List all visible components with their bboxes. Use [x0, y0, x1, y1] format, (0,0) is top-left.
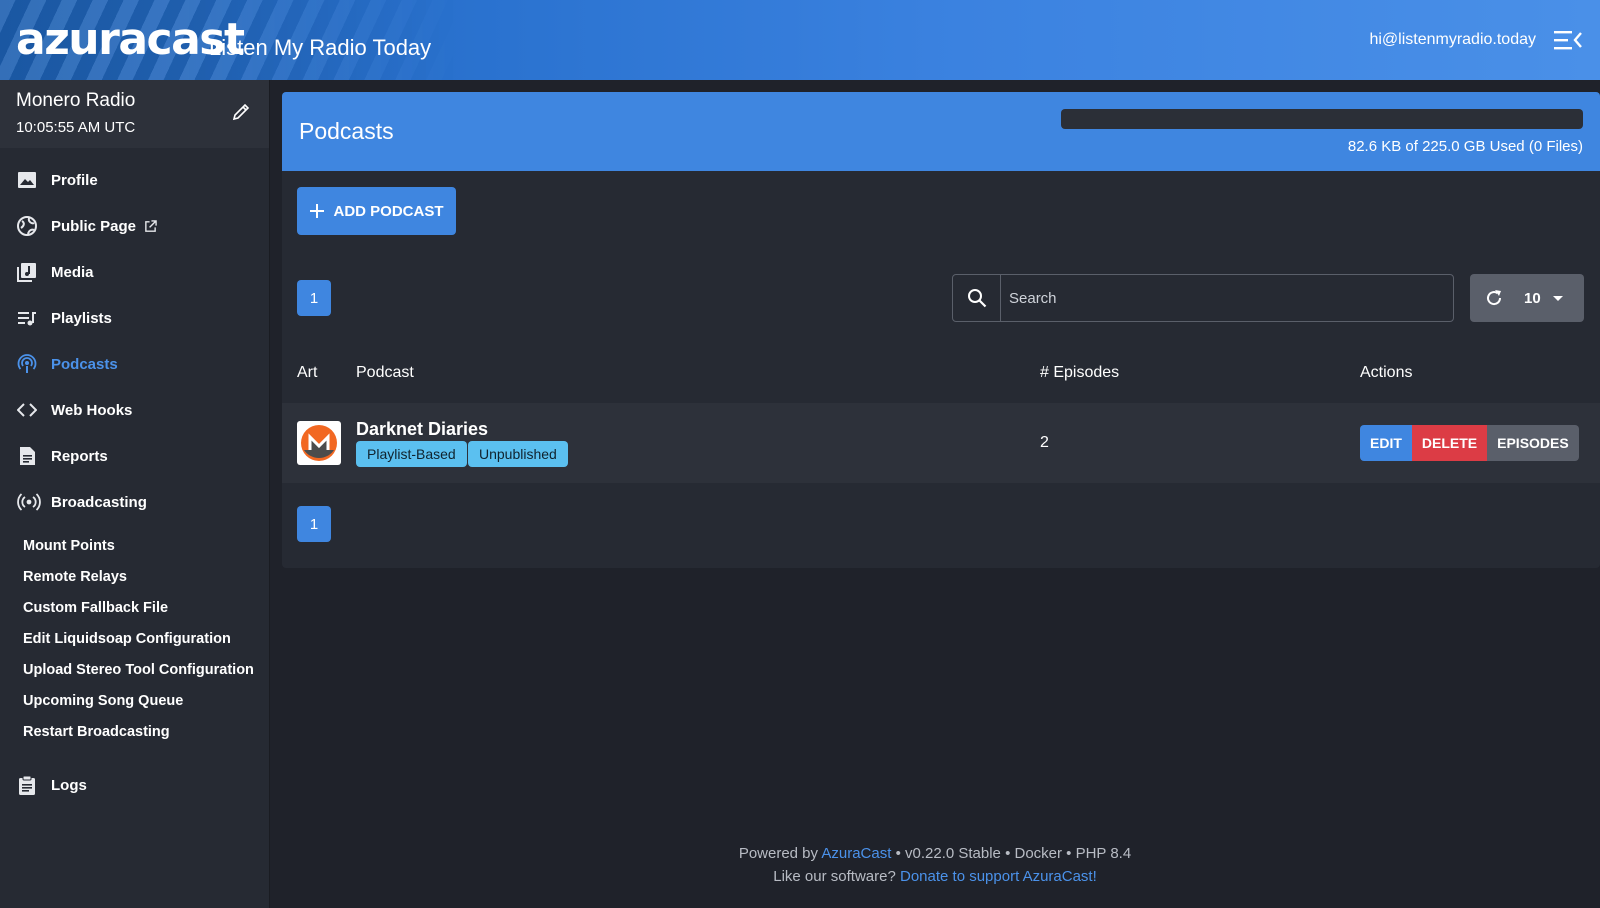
sidebar-subitem-remote-relays[interactable]: Remote Relays [0, 562, 269, 593]
storage-quota-bar [1061, 109, 1583, 129]
podcasts-card: Podcasts 82.6 KB of 225.0 GB Used (0 Fil… [282, 92, 1600, 568]
sidebar-subitem-edit-liquidsoap[interactable]: Edit Liquidsoap Configuration [0, 624, 269, 655]
pagination-page-bottom[interactable]: 1 [297, 506, 331, 542]
station-name: Monero Radio [16, 90, 136, 111]
broadcast-icon [17, 493, 41, 511]
episodes-button[interactable]: EPISODES [1487, 425, 1579, 461]
sidebar-item-label: Logs [51, 776, 87, 794]
page-title: Podcasts [299, 118, 394, 144]
column-header-art: Art [297, 364, 318, 381]
sidebar-subitem-upload-stereo-tool[interactable]: Upload Stereo Tool Configuration [0, 655, 269, 686]
code-icon [17, 403, 37, 417]
sidebar-item-label: Playlists [51, 309, 112, 327]
podcast-icon [17, 354, 37, 373]
refresh-icon [1487, 290, 1502, 306]
monero-logo-icon [301, 425, 337, 461]
sidebar-item-broadcasting[interactable]: Broadcasting [0, 479, 269, 525]
search-icon [967, 289, 986, 308]
external-link-icon [145, 219, 157, 232]
episode-count: 2 [1040, 434, 1049, 451]
sidebar-item-label: Profile [51, 171, 98, 189]
top-bar: azuracast Listen My Radio Today hi@liste… [0, 0, 1600, 80]
clipboard-icon [19, 775, 35, 795]
plus-icon [310, 204, 325, 218]
sidebar-item-logs[interactable]: Logs [0, 762, 269, 808]
podcast-art [297, 421, 341, 465]
sidebar-item-label: Media [51, 263, 94, 281]
media-icon [17, 263, 36, 282]
pagination-page-top[interactable]: 1 [297, 280, 331, 316]
station-time: 10:05:55 AM UTC [16, 119, 136, 136]
footer: Powered by AzuraCast • v0.22.0 Stable • … [270, 842, 1600, 888]
badge-unpublished: Unpublished [468, 441, 568, 467]
sidebar-subitem-mount-points[interactable]: Mount Points [0, 531, 269, 562]
edit-button[interactable]: EDIT [1360, 425, 1412, 461]
sidebar-item-media[interactable]: Media [0, 249, 269, 295]
badge-playlist-based: Playlist-Based [356, 441, 467, 467]
sidebar-item-public-page[interactable]: Public Page [0, 203, 269, 249]
search-input[interactable] [1001, 275, 1453, 321]
globe-icon [17, 216, 37, 236]
column-header-episodes[interactable]: # Episodes [1040, 364, 1119, 382]
column-header-actions: Actions [1360, 364, 1413, 381]
sidebar-item-label: Reports [51, 447, 108, 465]
storage-quota-text: 82.6 KB of 225.0 GB Used (0 Files) [1347, 138, 1583, 155]
footer-like-prefix: Like our software? [773, 868, 896, 885]
podcast-name: Darknet Diaries [356, 419, 489, 439]
reports-icon [20, 447, 35, 465]
user-email[interactable]: hi@listenmyradio.today [1369, 31, 1536, 49]
sidebar: Monero Radio 10:05:55 AM UTC Profile Pub… [0, 80, 270, 908]
table-tools: 10 [1470, 274, 1584, 322]
table-row: Darknet Diaries Playlist-Based Unpublish… [282, 403, 1600, 483]
sidebar-item-label: Public Page [51, 217, 137, 235]
donate-link[interactable]: Donate to support AzuraCast! [900, 868, 1097, 885]
row-actions: EDIT DELETE EPISODES [1360, 425, 1579, 461]
search-icon-container [953, 275, 1001, 321]
per-page-select[interactable]: 10 [1524, 290, 1541, 307]
sidebar-subitem-custom-fallback-file[interactable]: Custom Fallback File [0, 593, 269, 624]
footer-powered-line: Powered by AzuraCast • v0.22.0 Stable • … [270, 842, 1600, 865]
add-podcast-button[interactable]: ADD PODCAST [297, 187, 456, 235]
sidebar-item-podcasts[interactable]: Podcasts [0, 341, 269, 387]
station-title[interactable]: Listen My Radio Today [209, 35, 431, 61]
sidebar-item-web-hooks[interactable]: Web Hooks [0, 387, 269, 433]
menu-collapse-icon[interactable] [1554, 28, 1582, 52]
sidebar-item-label: Web Hooks [51, 401, 133, 419]
search-box [952, 274, 1454, 322]
refresh-button[interactable] [1470, 288, 1518, 308]
sidebar-subitem-upcoming-song-queue[interactable]: Upcoming Song Queue [0, 686, 269, 717]
sidebar-item-reports[interactable]: Reports [0, 433, 269, 479]
add-podcast-label: ADD PODCAST [333, 202, 444, 220]
profile-icon [18, 172, 36, 188]
card-header: Podcasts 82.6 KB of 225.0 GB Used (0 Fil… [282, 92, 1600, 171]
footer-donate-line: Like our software? Donate to support Azu… [270, 865, 1600, 888]
sidebar-station-header: Monero Radio 10:05:55 AM UTC [0, 80, 269, 148]
sidebar-subitem-restart-broadcasting[interactable]: Restart Broadcasting [0, 717, 269, 748]
sidebar-item-profile[interactable]: Profile [0, 157, 269, 203]
pencil-icon[interactable] [231, 102, 251, 122]
delete-button[interactable]: DELETE [1411, 425, 1488, 461]
chevron-down-icon[interactable] [1552, 295, 1563, 301]
footer-version: • v0.22.0 Stable • Docker • PHP 8.4 [895, 845, 1132, 862]
sidebar-item-label: Podcasts [51, 355, 118, 373]
sidebar-item-playlists[interactable]: Playlists [0, 295, 269, 341]
azuracast-link[interactable]: AzuraCast [821, 845, 891, 862]
playlist-icon [18, 312, 36, 326]
sidebar-item-label: Broadcasting [51, 493, 147, 511]
footer-powered-prefix: Powered by [738, 845, 819, 862]
column-header-podcast[interactable]: Podcast [356, 364, 414, 382]
